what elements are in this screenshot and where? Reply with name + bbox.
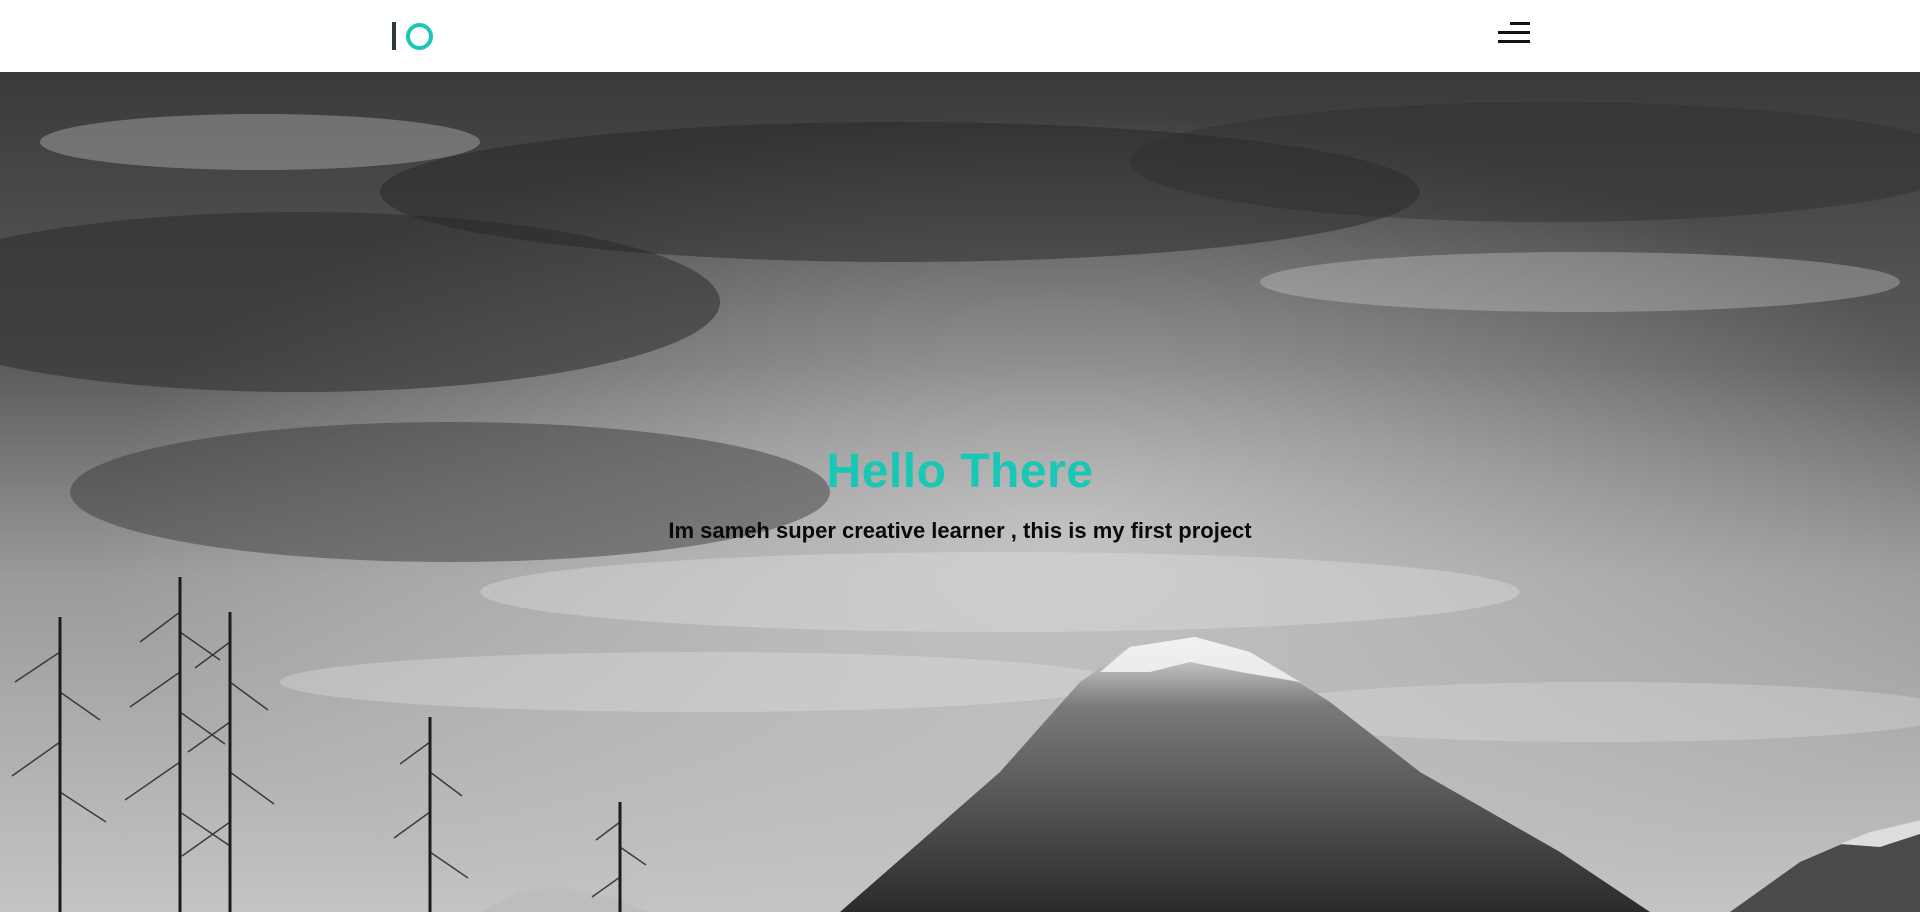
menu-line <box>1498 31 1530 34</box>
menu-line <box>1498 40 1530 43</box>
hamburger-menu-icon[interactable] <box>1498 22 1530 44</box>
site-logo[interactable] <box>392 21 433 51</box>
logo-bar-shape <box>392 22 396 50</box>
logo-ring-shape <box>406 22 433 50</box>
hero-subtitle: Im sameh super creative learner , this i… <box>668 518 1252 543</box>
hero-section: Hello There Im sameh super creative lear… <box>0 72 1920 912</box>
hero-title: Hello There <box>826 445 1094 498</box>
menu-line <box>1510 22 1530 25</box>
top-navbar <box>0 0 1920 72</box>
